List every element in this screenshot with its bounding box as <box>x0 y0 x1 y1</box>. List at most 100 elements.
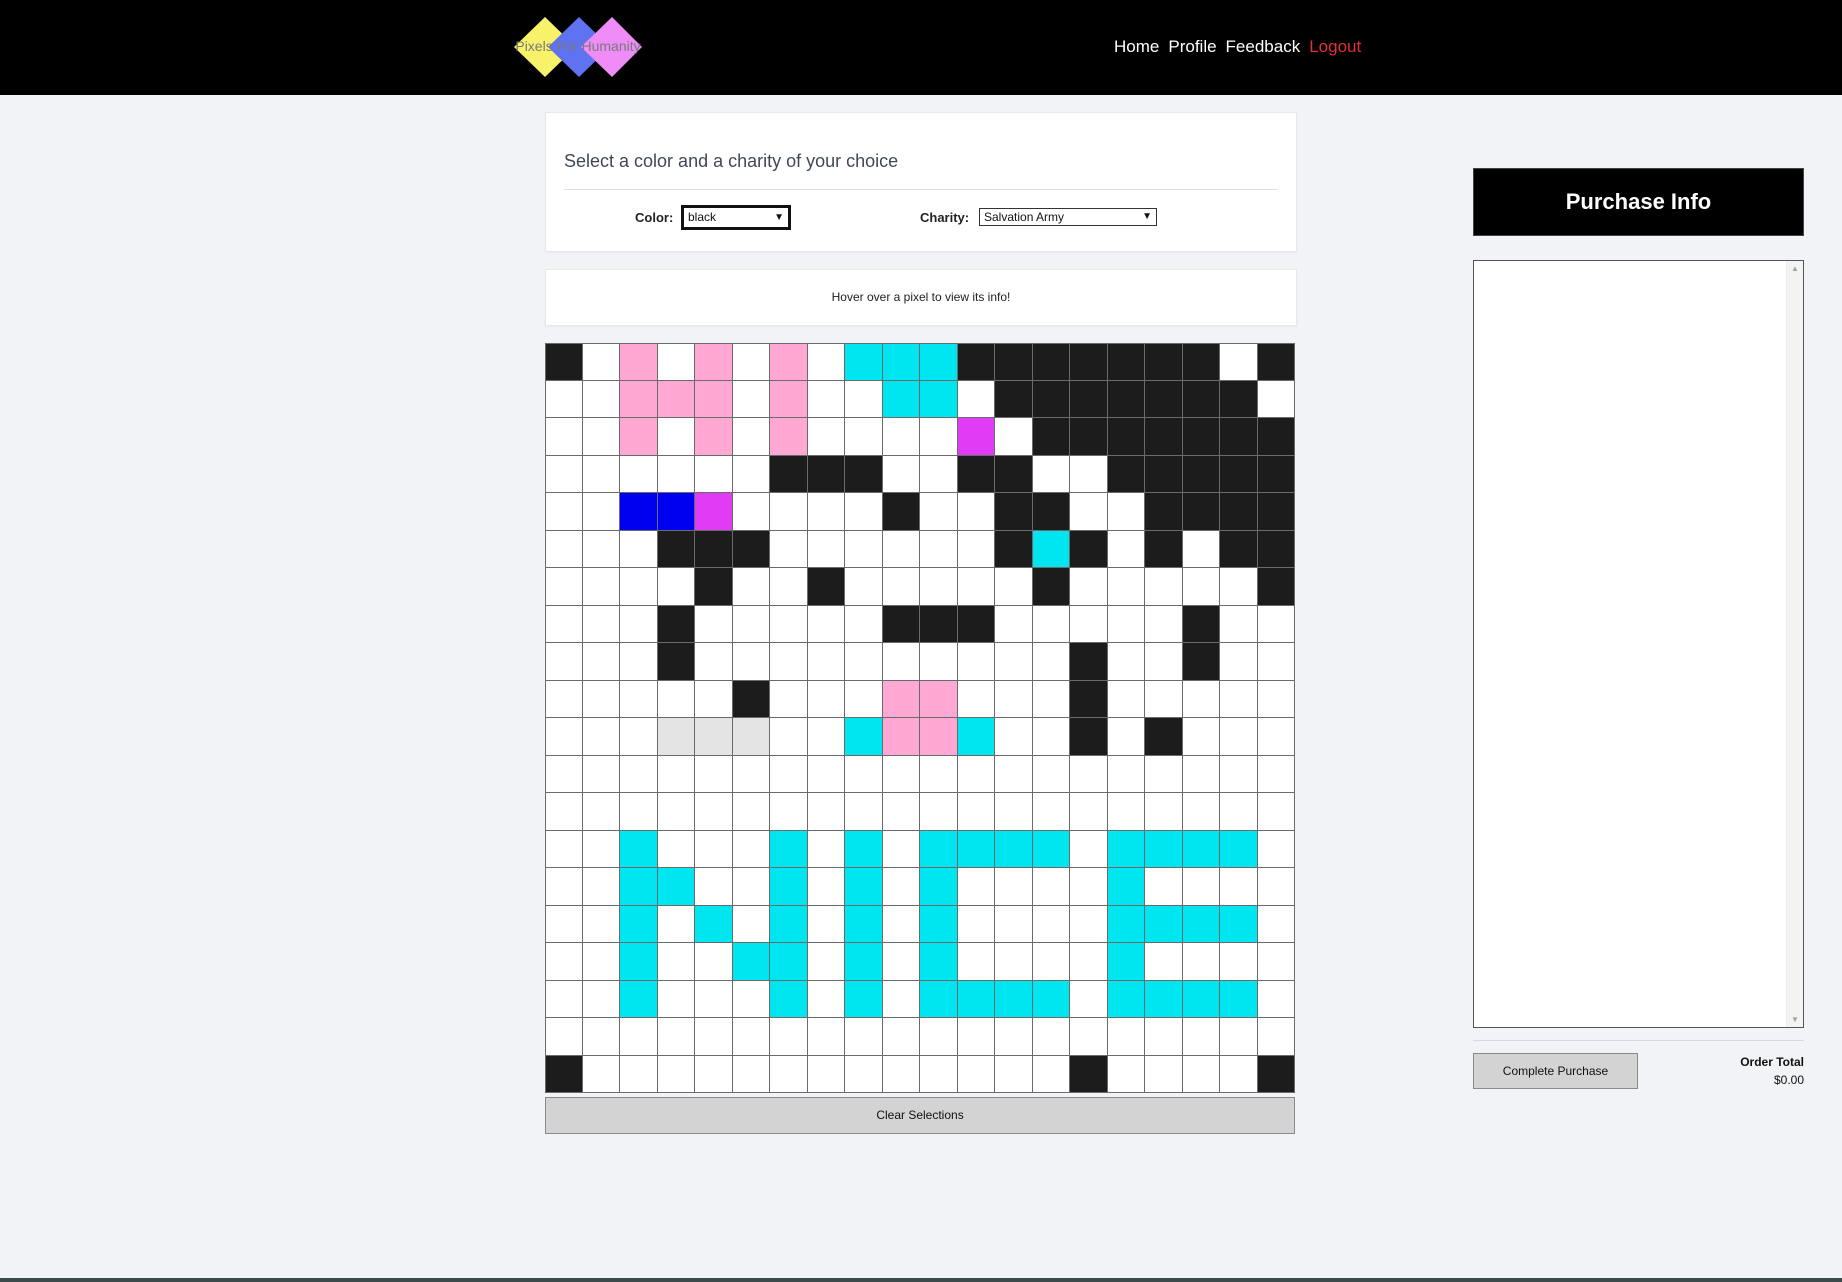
pixel-cell[interactable] <box>545 418 583 456</box>
pixel-cell[interactable] <box>882 643 920 681</box>
pixel-cell[interactable] <box>995 980 1033 1018</box>
pixel-cell[interactable] <box>695 755 733 793</box>
pixel-cell[interactable] <box>1032 680 1070 718</box>
pixel-cell[interactable] <box>1032 793 1070 831</box>
pixel-cell[interactable] <box>920 755 958 793</box>
pixel-cell[interactable] <box>1032 380 1070 418</box>
pixel-cell[interactable] <box>1107 380 1145 418</box>
pixel-cell[interactable] <box>845 755 883 793</box>
pixel-cell[interactable] <box>845 605 883 643</box>
pixel-cell[interactable] <box>770 980 808 1018</box>
pixel-cell[interactable] <box>882 793 920 831</box>
pixel-cell[interactable] <box>1182 1055 1220 1093</box>
pixel-cell[interactable] <box>770 680 808 718</box>
pixel-cell[interactable] <box>995 530 1033 568</box>
pixel-cell[interactable] <box>1145 493 1183 531</box>
pixel-cell[interactable] <box>545 680 583 718</box>
pixel-cell[interactable] <box>770 755 808 793</box>
pixel-cell[interactable] <box>957 680 995 718</box>
pixel-cell[interactable] <box>582 868 620 906</box>
pixel-cell[interactable] <box>882 493 920 531</box>
pixel-cell[interactable] <box>920 643 958 681</box>
pixel-cell[interactable] <box>957 380 995 418</box>
pixel-cell[interactable] <box>732 568 770 606</box>
pixel-cell[interactable] <box>957 568 995 606</box>
pixel-cell[interactable] <box>882 905 920 943</box>
pixel-cell[interactable] <box>957 718 995 756</box>
pixel-cell[interactable] <box>882 1018 920 1056</box>
pixel-cell[interactable] <box>1220 830 1258 868</box>
pixel-cell[interactable] <box>1257 568 1295 606</box>
pixel-cell[interactable] <box>995 718 1033 756</box>
pixel-cell[interactable] <box>695 793 733 831</box>
pixel-cell[interactable] <box>882 680 920 718</box>
pixel-cell[interactable] <box>582 1018 620 1056</box>
pixel-cell[interactable] <box>1145 680 1183 718</box>
pixel-cell[interactable] <box>957 868 995 906</box>
pixel-cell[interactable] <box>620 455 658 493</box>
pixel-cell[interactable] <box>845 343 883 381</box>
pixel-cell[interactable] <box>807 605 845 643</box>
pixel-cell[interactable] <box>807 755 845 793</box>
pixel-cell[interactable] <box>620 905 658 943</box>
pixel-cell[interactable] <box>582 905 620 943</box>
pixel-cell[interactable] <box>1107 905 1145 943</box>
pixel-cell[interactable] <box>845 418 883 456</box>
pixel-cell[interactable] <box>1032 530 1070 568</box>
pixel-cell[interactable] <box>1182 868 1220 906</box>
pixel-cell[interactable] <box>582 980 620 1018</box>
pixel-cell[interactable] <box>920 1018 958 1056</box>
pixel-cell[interactable] <box>1182 793 1220 831</box>
pixel-cell[interactable] <box>807 718 845 756</box>
pixel-cell[interactable] <box>1107 343 1145 381</box>
pixel-cell[interactable] <box>1107 718 1145 756</box>
pixel-cell[interactable] <box>882 605 920 643</box>
pixel-cell[interactable] <box>657 1018 695 1056</box>
pixel-cell[interactable] <box>582 418 620 456</box>
pixel-cell[interactable] <box>1145 718 1183 756</box>
pixel-cell[interactable] <box>1182 718 1220 756</box>
pixel-cell[interactable] <box>1145 643 1183 681</box>
pixel-cell[interactable] <box>845 643 883 681</box>
pixel-cell[interactable] <box>1070 905 1108 943</box>
pixel-cell[interactable] <box>1145 568 1183 606</box>
pixel-cell[interactable] <box>1182 380 1220 418</box>
pixel-cell[interactable] <box>995 493 1033 531</box>
pixel-cell[interactable] <box>1070 568 1108 606</box>
pixel-cell[interactable] <box>620 343 658 381</box>
pixel-cell[interactable] <box>1145 793 1183 831</box>
pixel-cell[interactable] <box>807 868 845 906</box>
pixel-cell[interactable] <box>920 455 958 493</box>
pixel-cell[interactable] <box>957 343 995 381</box>
pixel-cell[interactable] <box>995 568 1033 606</box>
pixel-cell[interactable] <box>582 455 620 493</box>
pixel-cell[interactable] <box>957 755 995 793</box>
pixel-cell[interactable] <box>732 905 770 943</box>
pixel-cell[interactable] <box>807 905 845 943</box>
pixel-cell[interactable] <box>995 605 1033 643</box>
pixel-cell[interactable] <box>1107 643 1145 681</box>
pixel-cell[interactable] <box>695 680 733 718</box>
logo[interactable]: Pixels For Humanity <box>513 14 643 80</box>
pixel-cell[interactable] <box>1145 905 1183 943</box>
pixel-cell[interactable] <box>957 1018 995 1056</box>
pixel-cell[interactable] <box>657 868 695 906</box>
pixel-cell[interactable] <box>582 680 620 718</box>
pixel-cell[interactable] <box>732 418 770 456</box>
pixel-cell[interactable] <box>995 380 1033 418</box>
pixel-cell[interactable] <box>695 605 733 643</box>
pixel-cell[interactable] <box>1220 530 1258 568</box>
pixel-cell[interactable] <box>1032 1018 1070 1056</box>
pixel-cell[interactable] <box>807 418 845 456</box>
pixel-cell[interactable] <box>1145 755 1183 793</box>
pixel-cell[interactable] <box>1182 455 1220 493</box>
pixel-cell[interactable] <box>657 905 695 943</box>
pixel-cell[interactable] <box>695 943 733 981</box>
pixel-cell[interactable] <box>545 380 583 418</box>
pixel-cell[interactable] <box>582 605 620 643</box>
pixel-cell[interactable] <box>1257 905 1295 943</box>
pixel-cell[interactable] <box>770 643 808 681</box>
color-select[interactable]: black ▼ <box>681 205 791 230</box>
pixel-cell[interactable] <box>1070 418 1108 456</box>
pixel-cell[interactable] <box>1182 568 1220 606</box>
